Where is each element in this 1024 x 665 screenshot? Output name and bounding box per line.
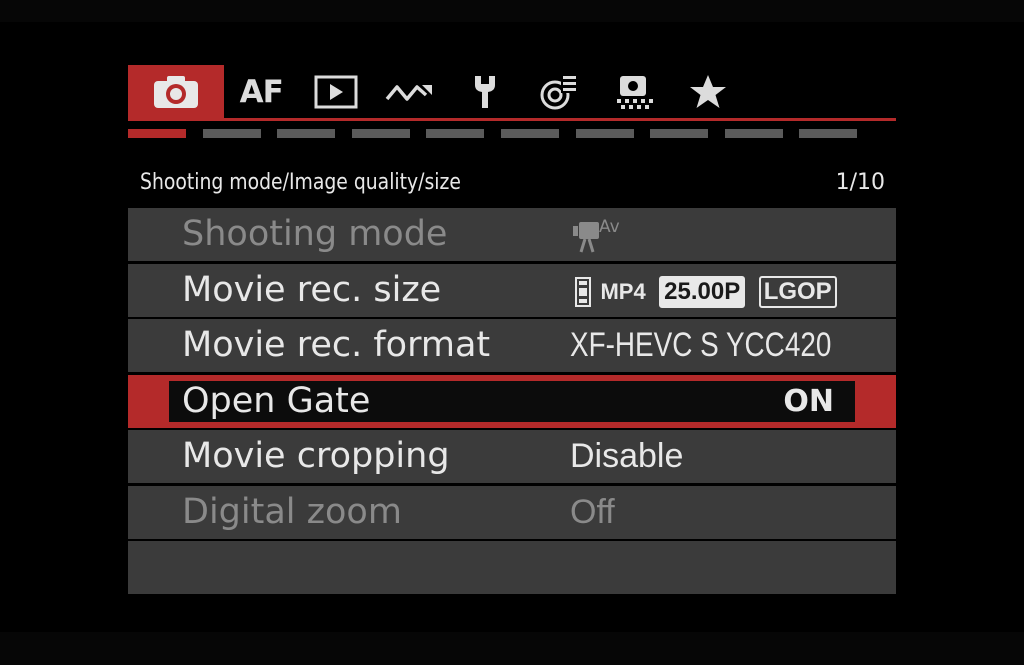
menu-tabs: AF [128, 65, 896, 118]
menu-item-shooting-mode[interactable]: Shooting mode Av [128, 208, 896, 261]
movie-av-icon: Av [573, 217, 620, 253]
custom-functions-icon [540, 74, 578, 109]
page-indicator-segment [576, 129, 634, 138]
wireless-icon [385, 84, 433, 101]
menu-item-value: XF-HEVC S YCC420 10bit [570, 326, 832, 417]
tab-af[interactable]: AF [224, 65, 299, 118]
tab-custom-functions[interactable] [522, 65, 597, 118]
wrench-icon [474, 75, 495, 108]
tab-af-label: AF [239, 73, 284, 110]
menu-item-movie-rec-format[interactable]: Movie rec. format XF-HEVC S YCC420 10bit [128, 319, 896, 417]
menu-item-label: Shooting mode [182, 214, 448, 254]
menu-item-digital-zoom[interactable]: Digital zoom Off [128, 485, 896, 539]
menu-item-movie-rec-size[interactable]: Movie rec. size MP4 25.00P LGOP [128, 263, 896, 317]
tab-wireless[interactable] [373, 65, 448, 118]
page-indicator-segment [277, 129, 335, 138]
movie-camera-icon [616, 75, 653, 109]
menu-item-label: Movie rec. size [182, 269, 442, 310]
movie-av-icon-label: Av [599, 217, 620, 237]
page-indicator [128, 129, 896, 138]
menu-item-label: Digital zoom [182, 491, 402, 532]
menu-item-label: Open Gate [182, 380, 371, 421]
tab-playback[interactable] [299, 65, 374, 118]
menu-page-number: 1/10 [835, 170, 885, 195]
menu-item-value: MP4 25.00P LGOP [575, 264, 837, 317]
mp4-badge: MP4 [600, 279, 646, 305]
camera-icon [154, 75, 198, 108]
tab-shooting[interactable] [128, 65, 224, 118]
letterbox-bottom [0, 632, 1024, 665]
tab-my-menu[interactable] [671, 65, 746, 118]
tab-underline [128, 118, 896, 121]
compression-badge: LGOP [758, 275, 837, 308]
menu-item-empty [128, 541, 896, 594]
page-indicator-segment [352, 129, 410, 138]
camera-menu: AF Shooting mode/Image quality/size 1/10… [128, 65, 896, 595]
frame-rate-badge: 25.00P [659, 275, 746, 308]
play-icon [314, 75, 358, 108]
tab-movie-settings[interactable] [597, 65, 672, 118]
page-indicator-segment [725, 129, 783, 138]
movie-size-icon [575, 276, 591, 307]
menu-item-value: ON [783, 383, 834, 419]
menu-section-title: Shooting mode/Image quality/size [140, 170, 461, 195]
letterbox-top [0, 0, 1024, 22]
menu-item-open-gate[interactable]: Open Gate ON [128, 374, 896, 428]
menu-list: Shooting mode Av Movie rec. size MP4 25.… [128, 208, 896, 597]
menu-item-value: Disable [570, 437, 684, 475]
menu-item-label: Movie rec. format [182, 325, 491, 365]
star-icon [690, 74, 727, 108]
page-indicator-segment [128, 129, 186, 138]
page-indicator-segment [799, 129, 857, 138]
page-indicator-segment [650, 129, 708, 138]
page-indicator-segment [426, 129, 484, 138]
menu-item-movie-cropping[interactable]: Movie cropping Disable [128, 430, 896, 483]
tab-setup[interactable] [448, 65, 523, 118]
menu-item-label: Movie cropping [182, 436, 450, 476]
page-indicator-segment [203, 129, 261, 138]
menu-item-value: Off [570, 492, 615, 531]
page-indicator-segment [501, 129, 559, 138]
